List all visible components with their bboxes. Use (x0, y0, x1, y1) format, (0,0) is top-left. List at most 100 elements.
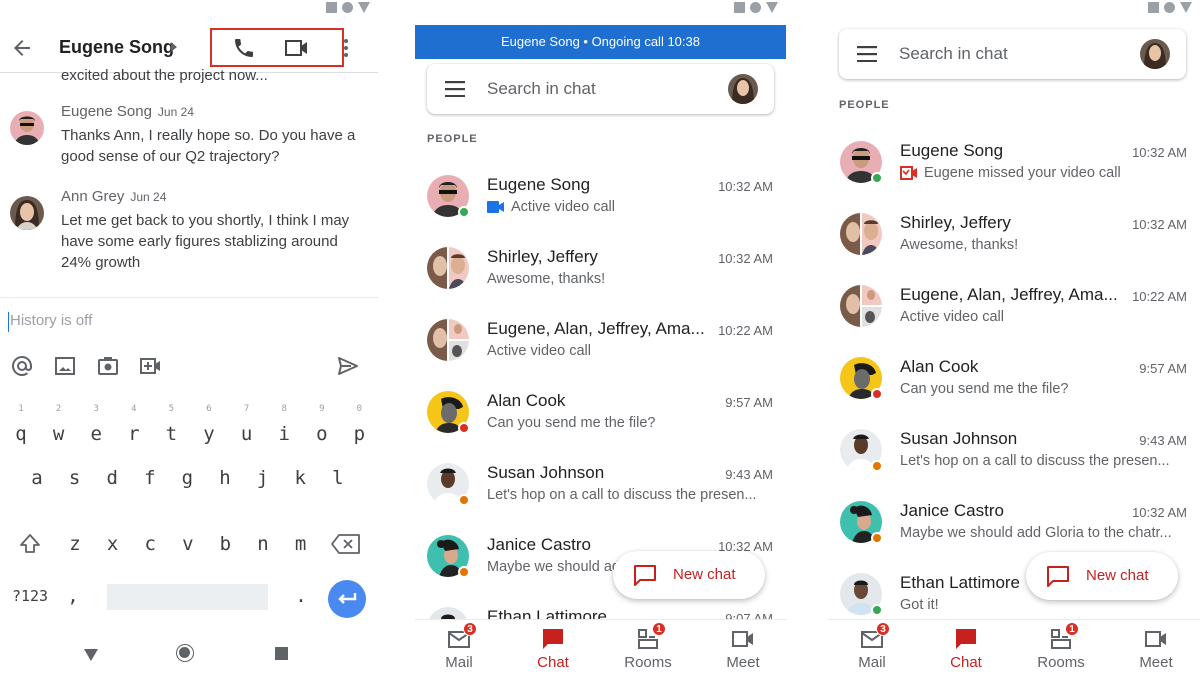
nav-mail[interactable]: 3 Mail (419, 620, 499, 675)
key-l[interactable]: l (321, 458, 355, 498)
key-q[interactable]: 1q (4, 402, 38, 444)
new-chat-button[interactable]: New chat (613, 551, 765, 599)
conversation-time: 10:32 AM (1132, 505, 1187, 520)
nav-home-icon[interactable] (176, 644, 194, 662)
conversation-preview: Eugene missed your video call (900, 165, 1185, 181)
conversation-row[interactable]: Alan Cook 9:57 AM Can you send me the file… (415, 391, 786, 463)
meet-icon (1145, 631, 1166, 647)
conversation-name: Eugene Song (487, 175, 591, 194)
message-input[interactable]: History is off (8, 312, 92, 332)
nav-mail[interactable]: 3 Mail (832, 620, 912, 675)
nav-back-icon[interactable] (84, 649, 98, 661)
space-key[interactable] (107, 584, 268, 610)
notification-badge: 1 (652, 622, 666, 636)
key-v[interactable]: v (171, 524, 205, 564)
conversation-row[interactable]: Alan Cook 9:57 AM Can you send me the file… (828, 357, 1200, 429)
status-bar (734, 2, 778, 13)
key-b[interactable]: b (208, 524, 242, 564)
key-s[interactable]: s (58, 458, 92, 498)
key-h[interactable]: h (208, 458, 242, 498)
title-expand-icon[interactable] (171, 42, 177, 52)
key-w[interactable]: 2w (42, 402, 76, 444)
enter-key[interactable] (328, 580, 366, 618)
key-z[interactable]: z (58, 524, 92, 564)
key-x[interactable]: x (96, 524, 130, 564)
ongoing-call-banner[interactable]: Eugene Song • Ongoing call 10:38 (415, 25, 786, 59)
camera-icon[interactable] (96, 354, 120, 378)
conversation-row[interactable]: Eugene, Alan, Jeffrey, Ama... 10:22 AM Act… (828, 285, 1200, 357)
keyboard-row-2: asdfghjkl (0, 468, 378, 508)
key-i[interactable]: 8i (267, 402, 301, 444)
search-bar[interactable]: Search in chat (427, 64, 774, 114)
new-chat-button[interactable]: New chat (1026, 552, 1178, 600)
status-busy-icon (871, 388, 883, 400)
key-e[interactable]: 3e (79, 402, 113, 444)
nav-meet[interactable]: Meet (1116, 620, 1196, 675)
search-input[interactable]: Search in chat (899, 44, 1008, 64)
symbols-key[interactable]: ?123 (8, 576, 52, 616)
key-k[interactable]: k (283, 458, 317, 498)
image-icon[interactable] (53, 354, 77, 378)
status-signal-icon (358, 2, 370, 13)
conversation-row[interactable]: Shirley, Jeffery 10:32 AM Awesome, thanks! (415, 247, 786, 319)
conversation-preview: Can you send me the file? (900, 381, 1069, 397)
status-online-icon (458, 206, 470, 218)
video-call-icon[interactable] (284, 36, 310, 60)
period-key[interactable]: . (284, 576, 318, 616)
status-busy-icon (458, 422, 470, 434)
key-m[interactable]: m (284, 524, 318, 564)
conversation-row[interactable]: Eugene, Alan, Jeffrey, Ama... 10:22 AM Act… (415, 319, 786, 391)
search-input[interactable]: Search in chat (487, 79, 596, 99)
conversation-row[interactable]: Shirley, Jeffery 10:32 AM Awesome, thanks! (828, 213, 1200, 285)
nav-meet[interactable]: Meet (703, 620, 783, 675)
hamburger-menu-icon[interactable] (857, 46, 879, 62)
send-icon[interactable] (336, 354, 360, 378)
account-avatar[interactable] (728, 74, 758, 104)
key-a[interactable]: a (20, 458, 54, 498)
shift-icon[interactable] (18, 532, 42, 556)
account-avatar[interactable] (1140, 39, 1170, 69)
nav-recents-icon[interactable] (275, 647, 288, 660)
hamburger-menu-icon[interactable] (445, 81, 467, 97)
nav-chat[interactable]: Chat (926, 620, 1006, 675)
key-f[interactable]: f (133, 458, 167, 498)
conversation-time: 10:32 AM (1132, 217, 1187, 232)
key-g[interactable]: g (170, 458, 204, 498)
comma-key[interactable]: , (56, 576, 90, 616)
key-j[interactable]: j (246, 458, 280, 498)
back-arrow-icon[interactable] (10, 36, 34, 60)
phone-call-icon[interactable] (232, 36, 256, 60)
status-circle-icon (1164, 2, 1175, 13)
key-u[interactable]: 7u (230, 402, 264, 444)
conversation-name: Shirley, Jeffery (487, 247, 598, 266)
key-c[interactable]: c (133, 524, 167, 564)
key-d[interactable]: d (95, 458, 129, 498)
conversation-row[interactable]: Eugene Song 10:32 AM Eugene missed your vi… (828, 141, 1200, 213)
key-o[interactable]: 9o (305, 402, 339, 444)
avatar (840, 285, 882, 327)
nav-rooms[interactable]: 1 Rooms (1021, 620, 1101, 675)
nav-rooms[interactable]: 1 Rooms (608, 620, 688, 675)
key-y[interactable]: 6y (192, 402, 226, 444)
search-bar[interactable]: Search in chat (839, 29, 1186, 79)
key-p[interactable]: 0p (342, 402, 376, 444)
mention-icon[interactable] (10, 354, 34, 378)
key-t[interactable]: 5t (154, 402, 188, 444)
conversation-name: Janice Castro (900, 501, 1004, 520)
key-n[interactable]: n (246, 524, 280, 564)
backspace-icon[interactable] (330, 532, 362, 556)
conversation-title[interactable]: Eugene Song (59, 37, 174, 58)
conversation-row[interactable]: Eugene Song 10:32 AM Active video call (415, 175, 786, 247)
key-r[interactable]: 4r (117, 402, 151, 444)
conversation-row[interactable]: Susan Johnson 9:43 AM Let's hop on a call … (415, 463, 786, 535)
chat-icon (956, 629, 976, 649)
message-body: Let me get back to you shortly, I think … (61, 212, 350, 271)
conversation-preview: Awesome, thanks! (487, 271, 606, 287)
add-video-icon[interactable] (139, 354, 163, 378)
conversation-name: Susan Johnson (487, 463, 605, 482)
section-header-people: PEOPLE (427, 133, 478, 145)
conversation-row[interactable]: Susan Johnson 9:43 AM Let's hop on a call … (828, 429, 1200, 501)
nav-chat[interactable]: Chat (513, 620, 593, 675)
bottom-navigation: 3 Mail Chat 1 Rooms Meet (415, 619, 786, 675)
more-options-icon[interactable] (342, 36, 350, 60)
